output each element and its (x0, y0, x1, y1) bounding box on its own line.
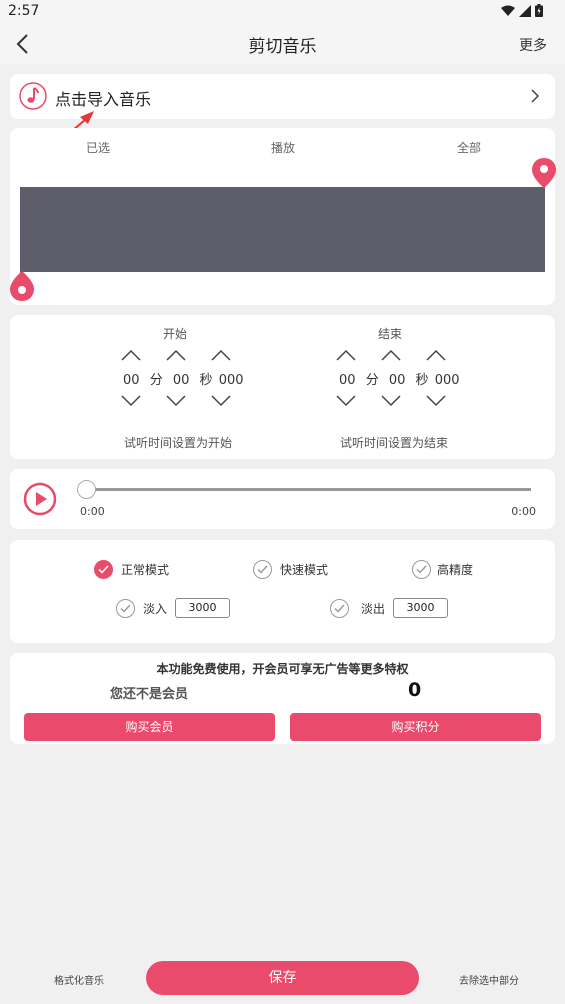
more-button[interactable]: 更多 (519, 35, 547, 55)
player-panel: 0:00 0:00 (10, 469, 555, 529)
play-option[interactable]: 播放 (271, 139, 295, 156)
start-marker-pin-icon[interactable] (10, 271, 34, 301)
start-sec-up-icon[interactable] (153, 346, 198, 364)
save-button[interactable]: 保存 (146, 961, 419, 995)
play-icon[interactable] (23, 482, 57, 516)
fade-in-option[interactable]: 淡入 3000 (116, 598, 231, 618)
remove-selection-button[interactable]: 去除选中部分 (459, 972, 519, 987)
fade-out-option[interactable]: 淡出 3000 (330, 598, 449, 618)
start-millis: 000 (218, 373, 244, 388)
all-option[interactable]: 全部 (457, 139, 481, 156)
chevron-right-icon (531, 89, 540, 103)
end-min-unit: 分 (365, 373, 379, 388)
end-min-up-icon[interactable] (323, 346, 368, 364)
import-music-label: 点击导入音乐 (55, 90, 152, 109)
status-icons (501, 4, 543, 17)
end-ms-down-icon[interactable] (413, 392, 458, 410)
vip-notice: 本功能免费使用，开会员可享无广告等更多特权 (156, 662, 409, 676)
selected-option[interactable]: 已选 (86, 139, 110, 156)
end-minutes: 00 (339, 373, 356, 388)
start-up-chevrons (108, 346, 243, 364)
high-precision-label: 高精度 (437, 563, 474, 577)
end-ms-up-icon[interactable] (413, 346, 458, 364)
current-time: 0:00 (80, 505, 105, 518)
membership-status: 您还不是会员 (110, 687, 189, 702)
normal-mode-label: 正常模式 (121, 563, 170, 577)
start-ms-down-icon[interactable] (198, 392, 243, 410)
set-start-button[interactable]: 试听时间设置为开始 (124, 434, 232, 451)
normal-mode-option[interactable]: 正常模式 (94, 560, 169, 579)
total-time: 0:00 (511, 505, 536, 518)
start-min-unit: 分 (149, 373, 163, 388)
end-sec-unit: 秒 (415, 373, 429, 388)
time-settings-panel: 开始 00 分 00 秒 000 试听时间设置为开始 结束 00 分 00 秒 … (10, 315, 555, 459)
start-seconds: 00 (172, 373, 190, 388)
status-bar: 2:57 (0, 0, 565, 24)
buy-vip-button[interactable]: 购买会员 (24, 713, 275, 741)
unchecked-icon (116, 598, 135, 618)
fade-in-input[interactable]: 3000 (175, 598, 231, 618)
set-end-button[interactable]: 试听时间设置为结束 (340, 434, 448, 451)
checked-icon (94, 560, 113, 579)
wifi-icon (501, 5, 515, 16)
end-time-readout: 00 分 00 秒 000 (339, 369, 460, 388)
progress-thumb[interactable] (77, 480, 96, 499)
fade-out-input[interactable]: 3000 (393, 598, 449, 618)
waveform[interactable] (22, 187, 545, 272)
signal-icon (519, 4, 531, 17)
fade-in-label: 淡入 (143, 601, 168, 616)
end-up-chevrons (323, 346, 458, 364)
start-min-up-icon[interactable] (108, 346, 153, 364)
mode-panel: 正常模式 快速模式 高精度 淡入 3000 淡出 3000 (10, 540, 555, 643)
progress-track[interactable] (87, 488, 531, 491)
end-down-chevrons (323, 392, 458, 410)
end-sec-down-icon[interactable] (368, 392, 413, 410)
unchecked-icon (412, 560, 431, 579)
battery-icon (535, 4, 543, 17)
start-ms-up-icon[interactable] (198, 346, 243, 364)
start-sec-down-icon[interactable] (153, 392, 198, 410)
bottom-action-bar: 格式化音乐 保存 去除选中部分 (0, 950, 565, 1004)
high-precision-option[interactable]: 高精度 (412, 560, 473, 579)
vip-panel: 本功能免费使用，开会员可享无广告等更多特权 您还不是会员 0 购买会员 购买积分 (10, 653, 555, 744)
end-sec-up-icon[interactable] (368, 346, 413, 364)
status-time: 2:57 (8, 3, 40, 19)
unchecked-icon (330, 598, 349, 618)
fast-mode-label: 快速模式 (280, 563, 329, 577)
buy-points-button[interactable]: 购买积分 (290, 713, 541, 741)
start-time-readout: 00 分 00 秒 000 (123, 369, 244, 388)
start-marker-line (20, 187, 22, 282)
points-count: 0 (408, 679, 422, 701)
end-min-down-icon[interactable] (323, 392, 368, 410)
fade-out-label: 淡出 (361, 601, 386, 616)
fast-mode-option[interactable]: 快速模式 (253, 560, 328, 579)
end-label: 结束 (378, 327, 403, 341)
music-note-icon (19, 82, 47, 110)
app-header: 剪切音乐 更多 (0, 24, 565, 64)
format-music-button[interactable]: 格式化音乐 (54, 972, 104, 987)
start-label: 开始 (163, 327, 188, 341)
start-min-down-icon[interactable] (108, 392, 153, 410)
end-millis: 000 (434, 373, 460, 388)
waveform-panel: 已选 播放 全部 (10, 128, 556, 305)
end-marker-pin-icon[interactable] (532, 158, 556, 188)
end-seconds: 00 (388, 373, 406, 388)
start-down-chevrons (108, 392, 243, 410)
page-title: 剪切音乐 (248, 37, 317, 57)
start-minutes: 00 (123, 373, 140, 388)
start-sec-unit: 秒 (199, 373, 213, 388)
unchecked-icon (253, 560, 272, 579)
import-music-row[interactable]: 点击导入音乐 (10, 74, 555, 119)
